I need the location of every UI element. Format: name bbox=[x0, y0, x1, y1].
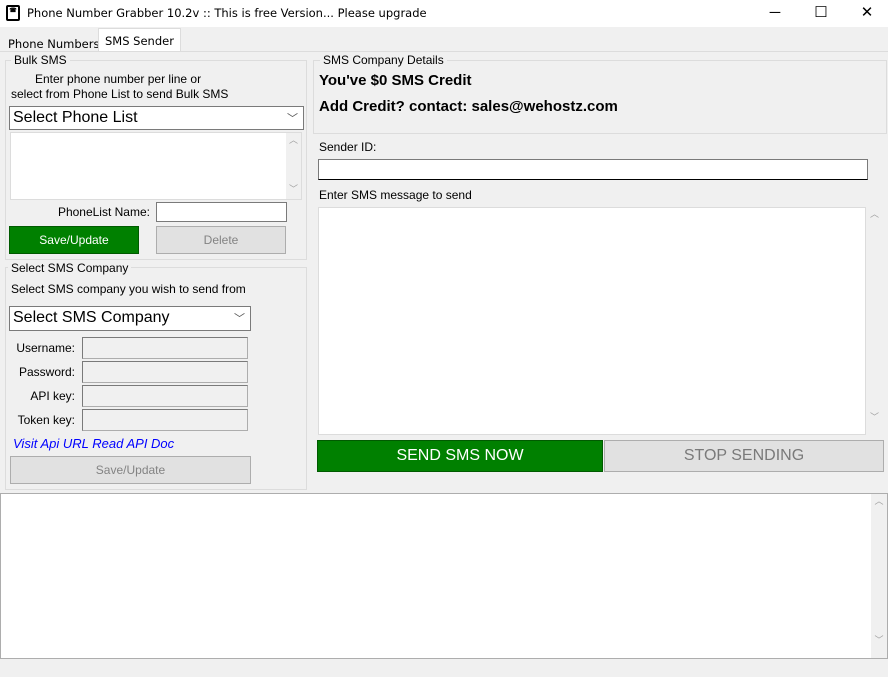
company-details-legend: SMS Company Details bbox=[320, 53, 447, 67]
message-scrollbar[interactable]: ︿ ﹀ bbox=[867, 207, 882, 435]
bulk-instructions-2: select from Phone List to send Bulk SMS bbox=[11, 87, 229, 101]
visit-api-url-link[interactable]: Visit Api URL bbox=[13, 436, 89, 451]
contact-text: Add Credit? contact: sales@wehostz.com bbox=[319, 98, 618, 115]
api-links: Visit Api URL Read API Doc bbox=[13, 436, 174, 451]
token-key-label: Token key: bbox=[17, 413, 75, 427]
tab-divider bbox=[0, 51, 888, 52]
minimize-button[interactable]: ─ bbox=[752, 0, 798, 27]
phone-numbers-textarea[interactable] bbox=[10, 132, 302, 200]
password-input[interactable] bbox=[82, 361, 248, 383]
log-scrollbar[interactable]: ︿ ﹀ bbox=[871, 494, 887, 658]
api-key-label: API key: bbox=[30, 389, 75, 403]
read-api-doc-link[interactable]: Read API Doc bbox=[92, 436, 174, 451]
phone-list-select[interactable]: Select Phone List ﹀ bbox=[9, 106, 304, 130]
username-input[interactable] bbox=[82, 337, 248, 359]
company-save-update-button[interactable]: Save/Update bbox=[10, 456, 251, 484]
maximize-button[interactable]: ☐ bbox=[798, 0, 844, 27]
token-key-input[interactable] bbox=[82, 409, 248, 431]
sender-id-label: Sender ID: bbox=[319, 140, 377, 154]
message-textarea[interactable] bbox=[318, 207, 866, 435]
sms-credit-text: You've $0 SMS Credit bbox=[319, 72, 472, 89]
delete-button[interactable]: Delete bbox=[156, 226, 286, 254]
api-key-input[interactable] bbox=[82, 385, 248, 407]
log-textarea[interactable] bbox=[0, 493, 888, 659]
chevron-down-icon: ﹀ bbox=[287, 113, 298, 125]
sms-company-instructions: Select SMS company you wish to send from bbox=[11, 282, 246, 296]
sms-company-select-value: Select SMS Company bbox=[13, 309, 170, 326]
close-button[interactable]: ✕ bbox=[844, 0, 888, 27]
send-sms-button[interactable]: SEND SMS NOW bbox=[317, 440, 603, 472]
password-label: Password: bbox=[18, 365, 75, 379]
bulk-sms-legend: Bulk SMS bbox=[11, 53, 70, 67]
bulk-instructions-1: Enter phone number per line or bbox=[35, 72, 202, 86]
stop-sending-button[interactable]: STOP SENDING bbox=[604, 440, 884, 472]
numbers-scrollbar[interactable]: ︿ ﹀ bbox=[286, 133, 301, 199]
app-icon: ☎ bbox=[6, 5, 20, 21]
sms-company-select[interactable]: Select SMS Company ﹀ bbox=[9, 306, 251, 331]
message-label: Enter SMS message to send bbox=[319, 188, 472, 202]
phonelist-name-label: PhoneList Name: bbox=[57, 205, 150, 219]
username-label: Username: bbox=[16, 341, 75, 355]
bulk-save-update-button[interactable]: Save/Update bbox=[9, 226, 139, 254]
tab-sms-sender[interactable]: SMS Sender bbox=[98, 28, 181, 52]
title-bar: ☎ Phone Number Grabber 10.2v :: This is … bbox=[0, 0, 888, 27]
chevron-down-icon: ﹀ bbox=[234, 313, 245, 325]
window-title: Phone Number Grabber 10.2v :: This is fr… bbox=[27, 6, 427, 20]
phonelist-name-input[interactable] bbox=[156, 202, 287, 222]
sender-id-input[interactable] bbox=[318, 159, 868, 180]
phone-list-select-value: Select Phone List bbox=[13, 109, 138, 126]
sms-company-legend: Select SMS Company bbox=[8, 261, 132, 275]
